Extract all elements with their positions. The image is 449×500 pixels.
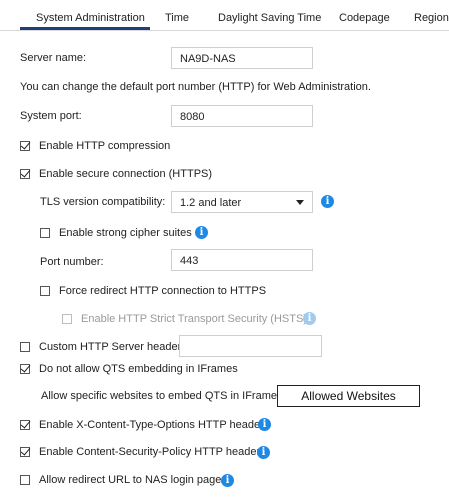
allowed-websites-button[interactable]: Allowed Websites (277, 385, 420, 407)
tab-system-administration[interactable]: System Administration (36, 12, 145, 24)
allow-sites-label: Allow specific websites to embed QTS in … (41, 390, 283, 402)
hsts-info-icon[interactable]: i (303, 312, 316, 325)
force-redirect-label: Force redirect HTTP connection to HTTPS (59, 285, 267, 297)
checkmark-icon (20, 167, 31, 178)
port-number-label: Port number: (40, 256, 104, 268)
no-iframe-checkbox[interactable] (20, 362, 31, 374)
system-port-field[interactable] (171, 105, 313, 128)
redirect-url-checkbox[interactable] (20, 475, 30, 485)
checkmark-icon (20, 139, 31, 150)
secure-connection-label: Enable secure connection (HTTPS) (39, 168, 213, 180)
custom-header-label: Custom HTTP Server header: (39, 341, 185, 353)
tab-bar: System Administration Time Daylight Savi… (0, 0, 449, 31)
port-number-field[interactable] (171, 249, 313, 272)
server-name-label: Server name: (20, 52, 87, 64)
checkmark-icon (20, 418, 31, 429)
system-port-input[interactable] (180, 106, 304, 128)
strong-ciphers-label: Enable strong cipher suites (59, 227, 192, 239)
tls-version-label: TLS version compatibility: (40, 196, 166, 208)
server-name-input[interactable] (180, 48, 304, 70)
custom-header-field[interactable] (179, 335, 322, 358)
hsts-checkbox[interactable] (62, 314, 72, 324)
tls-info-icon[interactable]: i (321, 195, 334, 208)
custom-header-input[interactable] (188, 336, 313, 358)
redirect-url-label: Allow redirect URL to NAS login page (39, 474, 222, 486)
tls-version-value: 1.2 and later (180, 197, 242, 209)
tab-daylight-saving-time[interactable]: Daylight Saving Time (218, 12, 321, 24)
dropdown-caret-icon (296, 200, 304, 205)
strong-ciphers-info-icon[interactable]: i (195, 226, 208, 239)
port-note-text: You can change the default port number (… (20, 81, 371, 93)
tab-codepage[interactable]: Codepage (339, 12, 390, 24)
custom-header-checkbox[interactable] (20, 342, 30, 352)
checkmark-icon (20, 362, 31, 373)
force-redirect-checkbox[interactable] (40, 286, 50, 296)
secure-connection-checkbox[interactable] (20, 167, 31, 179)
csp-label: Enable Content-Security-Policy HTTP head… (39, 446, 261, 458)
port-number-input[interactable] (180, 250, 304, 272)
no-iframe-label: Do not allow QTS embedding in IFrames (39, 363, 238, 375)
hsts-label: Enable HTTP Strict Transport Security (H… (81, 313, 307, 325)
redirect-url-info-icon[interactable]: i (221, 474, 234, 487)
tab-region[interactable]: Region (414, 12, 449, 24)
x-content-type-info-icon[interactable]: i (258, 418, 271, 431)
x-content-type-label: Enable X-Content-Type-Options HTTP heade… (39, 419, 264, 431)
strong-ciphers-checkbox[interactable] (40, 228, 50, 238)
http-compression-checkbox[interactable] (20, 139, 31, 151)
csp-checkbox[interactable] (20, 445, 31, 457)
active-tab-indicator (20, 27, 150, 30)
checkmark-icon (20, 445, 31, 456)
csp-info-icon[interactable]: i (257, 446, 270, 459)
tls-version-select[interactable]: 1.2 and later (171, 191, 313, 213)
system-port-label: System port: (20, 110, 82, 122)
http-compression-label: Enable HTTP compression (39, 140, 171, 152)
tab-time[interactable]: Time (165, 12, 189, 24)
server-name-field[interactable] (171, 47, 313, 70)
x-content-type-checkbox[interactable] (20, 418, 31, 430)
